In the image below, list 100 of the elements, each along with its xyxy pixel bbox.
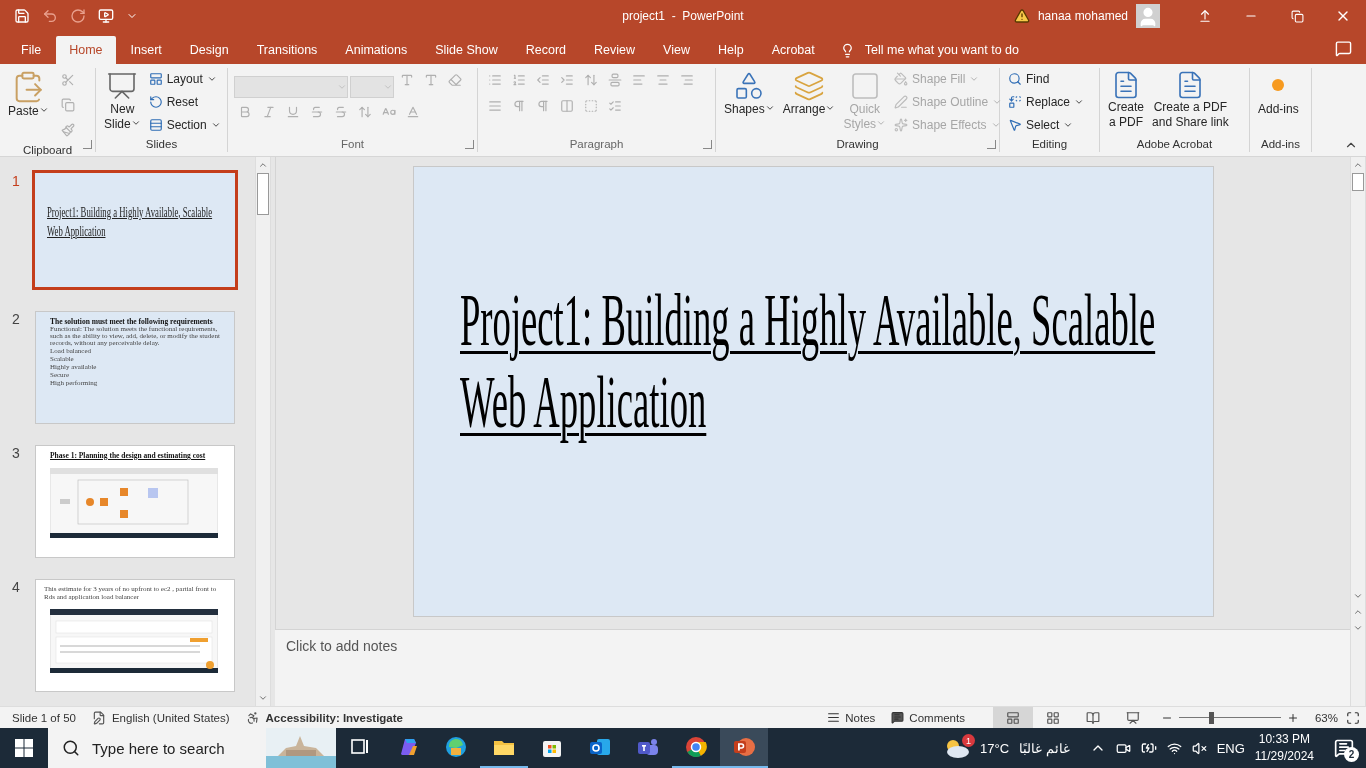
launcher-icon[interactable] — [83, 140, 92, 149]
ribbon-button[interactable]: Create a PDF and Share link — [1150, 68, 1231, 132]
clock[interactable]: 10:33 PM 11/29/2024 — [1254, 731, 1314, 765]
ribbon-tab[interactable]: Insert — [117, 36, 175, 64]
layout-icon — [148, 72, 163, 86]
language-label[interactable]: English (United States) — [111, 711, 230, 724]
ribbon-tab[interactable]: Help — [704, 36, 757, 64]
search-icon — [62, 739, 80, 757]
ribbon-tab[interactable]: Design — [176, 36, 242, 64]
align-left-icon — [632, 73, 646, 87]
weather-icon — [944, 737, 970, 759]
scrollbar-thumb[interactable] — [1352, 173, 1364, 191]
ribbon-display-icon[interactable] — [1198, 9, 1212, 23]
input-language[interactable]: ENG — [1216, 740, 1245, 756]
spelling-icon[interactable] — [91, 710, 106, 725]
spacing-icon — [358, 105, 372, 119]
ribbon-tab[interactable]: Slide Show — [422, 36, 511, 64]
ribbon-button[interactable]: Create a PDF — [1106, 68, 1147, 132]
bullets-icon — [488, 73, 502, 87]
search-icon — [1008, 72, 1022, 86]
zoom-thumb[interactable] — [1208, 711, 1214, 724]
ribbon-button[interactable]: Select — [1006, 114, 1087, 136]
numbering-icon — [512, 73, 526, 87]
slide-number: 1 — [11, 173, 21, 189]
notes-field[interactable]: Click to add notes — [275, 629, 1350, 706]
ribbon-button[interactable]: Paste — [6, 68, 51, 121]
avatar-icon[interactable] — [1136, 4, 1160, 28]
ribbon-button[interactable]: New Slide — [102, 68, 143, 134]
slide-number: 3 — [11, 445, 21, 461]
zoom-percent[interactable]: 63% — [1314, 711, 1338, 724]
group-label: Drawing — [836, 137, 879, 152]
ribbon-button[interactable]: Layout — [146, 68, 223, 90]
font-color-icon — [406, 105, 420, 119]
reading-view-icon — [1085, 710, 1100, 725]
paint-bucket-icon — [894, 72, 909, 86]
temperature[interactable]: 17°C — [980, 740, 1010, 756]
sparkles-icon — [894, 118, 909, 132]
comment-icon[interactable] — [1335, 39, 1352, 57]
bold-icon — [238, 105, 252, 119]
group-label: Slides — [145, 137, 178, 152]
ribbon-tab[interactable]: Animations — [332, 36, 421, 64]
notes-icon — [827, 711, 841, 724]
accessibility-icon[interactable] — [245, 710, 260, 725]
user-name[interactable]: hanaa mohamed — [1037, 9, 1128, 23]
fit-icon[interactable] — [1346, 710, 1360, 725]
ribbon-tab[interactable]: File — [8, 36, 55, 64]
comments-button[interactable]: Comments — [883, 706, 973, 729]
columns-icon — [560, 99, 574, 113]
comment-icon — [891, 711, 905, 724]
weather-condition[interactable]: غائم غالبًا — [1019, 740, 1070, 756]
ribbon-button[interactable]: Arrange — [780, 68, 838, 119]
group-label: Font — [341, 137, 364, 152]
slide-thumbnail[interactable] — [35, 311, 235, 424]
warning-icon[interactable] — [1013, 8, 1030, 24]
group-label: Editing — [1031, 137, 1068, 152]
scrollbar-thumb[interactable] — [257, 173, 269, 215]
wifi-icon[interactable] — [1166, 740, 1182, 756]
ribbon-button[interactable]: Replace — [1006, 91, 1087, 113]
zoom-in-icon[interactable] — [1286, 711, 1299, 724]
launcher-icon[interactable] — [987, 140, 996, 149]
indent-icon — [560, 73, 574, 87]
grid-view-icon — [1045, 710, 1060, 725]
battery-icon[interactable] — [1140, 740, 1157, 756]
shrink-font-icon — [424, 73, 438, 87]
ribbon-tab[interactable]: Acrobat — [758, 36, 828, 64]
slide-canvas[interactable]: Project1: Building a Highly Available, Scalable Web Application — [412, 166, 1214, 617]
ribbon-button[interactable]: Shapes — [722, 68, 777, 119]
notification-count: 2 — [1344, 747, 1359, 762]
ribbon-button[interactable]: Add-ins — [1256, 68, 1301, 119]
taskbar-search[interactable]: Type here to search — [48, 728, 336, 768]
underline-icon — [286, 105, 300, 119]
ribbon-button[interactable]: Find — [1006, 68, 1087, 90]
notes-button[interactable]: Notes — [819, 706, 884, 729]
windows-icon — [15, 739, 33, 757]
notification-icon[interactable] — [1334, 738, 1354, 758]
ribbon-tab[interactable]: Review — [581, 36, 649, 64]
window-title: project1 - PowerPoint — [622, 9, 744, 23]
restore-icon[interactable] — [1290, 9, 1304, 23]
browser-icon — [443, 734, 469, 760]
present-icon[interactable] — [98, 8, 114, 24]
tell-me-field[interactable]: Tell me what you want to do — [864, 43, 1019, 57]
slide-thumbnail[interactable]: Project1: Building a Highly Available, Scalable Web Application — [32, 170, 238, 290]
ribbon-tab[interactable]: View — [650, 36, 703, 64]
slide-title[interactable]: Project1: Building a Highly Available, Scalable Web Application — [459, 279, 1193, 443]
accessibility-label[interactable]: Accessibility: Investigate — [265, 711, 403, 724]
weather-badge: 1 — [962, 734, 975, 747]
undo-icon[interactable] — [42, 8, 58, 24]
ribbon-tab[interactable]: Home — [56, 36, 116, 64]
mute-icon[interactable] — [1191, 740, 1207, 756]
ribbon-tab[interactable]: Transitions — [243, 36, 331, 64]
normal-view-icon — [1005, 710, 1020, 725]
save-icon[interactable] — [14, 8, 30, 24]
redo-icon[interactable] — [70, 8, 86, 24]
ribbon-button[interactable]: Section — [146, 114, 223, 136]
align-center-icon — [656, 73, 670, 87]
line-spacing-icon — [584, 73, 598, 87]
ribbon-tab[interactable]: Record — [512, 36, 580, 64]
ribbon-button[interactable]: Reset — [146, 91, 223, 113]
view-button[interactable] — [992, 706, 1033, 729]
pilcrow-icon — [512, 99, 526, 113]
